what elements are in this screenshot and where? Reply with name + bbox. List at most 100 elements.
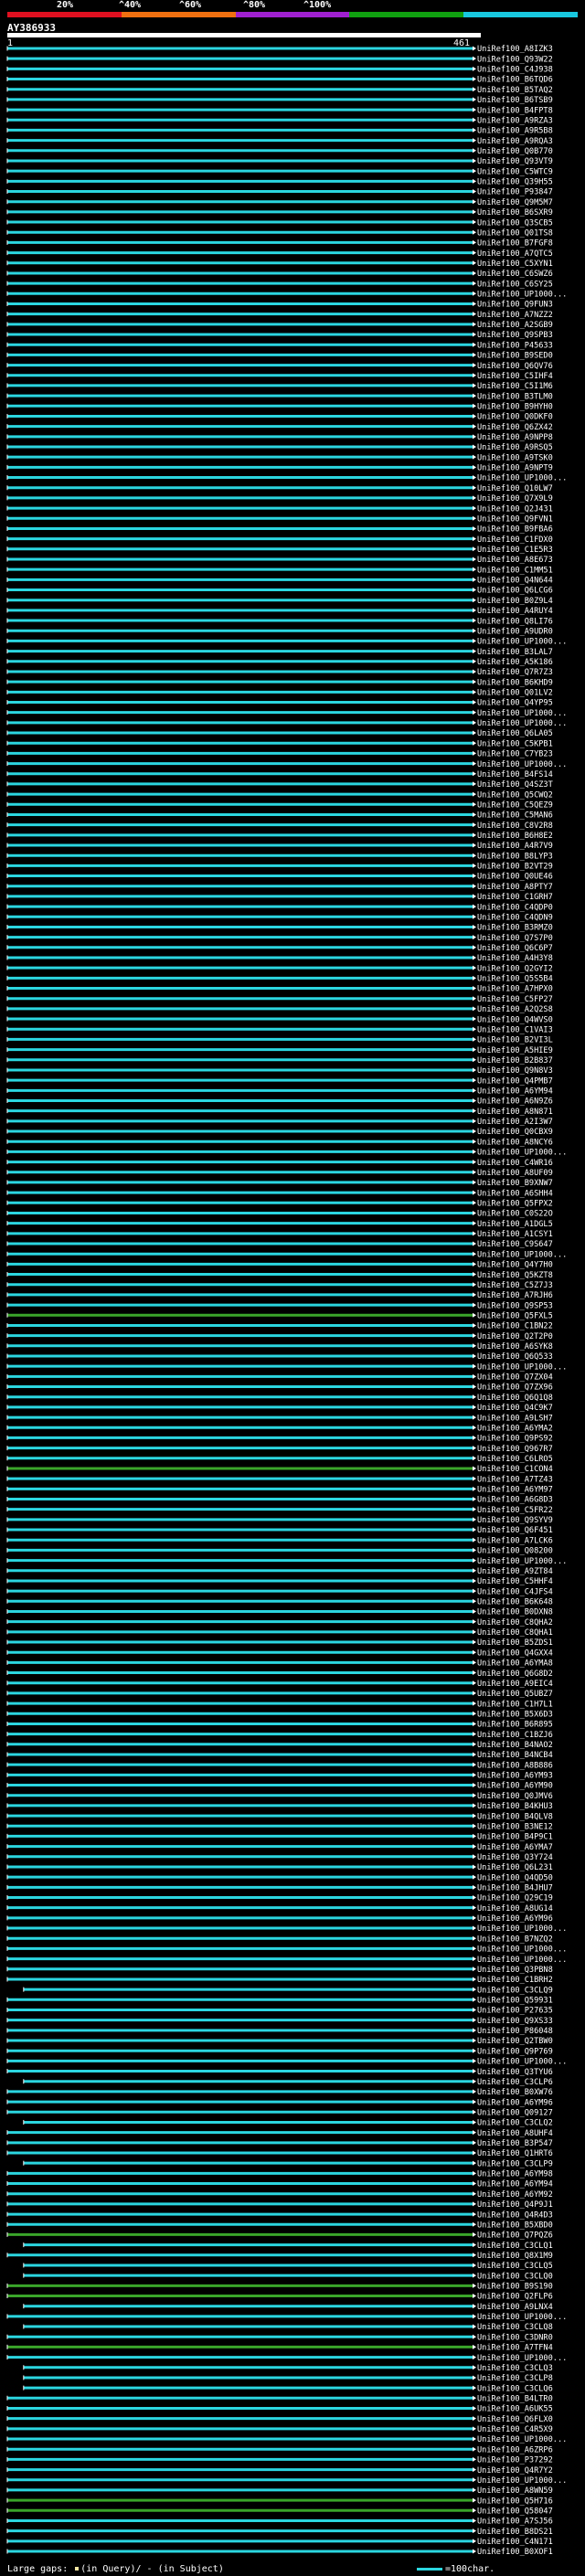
hit-row[interactable]: UniRef100_A9LNX4 bbox=[23, 2303, 553, 2312]
hit-label[interactable]: UniRef100_Q7R7Z3 bbox=[477, 668, 553, 677]
hit-label[interactable]: UniRef100_UP1000... bbox=[477, 1924, 567, 1934]
hit-label[interactable]: UniRef100_C5FP27 bbox=[477, 995, 553, 1004]
hit-row[interactable]: UniRef100_Q58047 bbox=[6, 2507, 553, 2516]
hit-row[interactable]: UniRef100_A9R5B8 bbox=[6, 127, 553, 136]
hit-row[interactable]: UniRef100_UP1000... bbox=[6, 638, 567, 647]
hit-row[interactable]: UniRef100_Q9M5M7 bbox=[6, 198, 553, 207]
hit-row[interactable]: UniRef100_UP1000... bbox=[6, 719, 567, 728]
hit-row[interactable]: UniRef100_Q4WVS0 bbox=[6, 1015, 553, 1024]
hit-label[interactable]: UniRef100_C5XYN1 bbox=[477, 260, 553, 269]
hit-row[interactable]: UniRef100_Q59931 bbox=[6, 1997, 553, 2006]
hit-row[interactable]: UniRef100_A9NPP8 bbox=[6, 433, 553, 442]
hit-row[interactable]: UniRef100_UP1000... bbox=[6, 1557, 567, 1566]
hit-label[interactable]: UniRef100_A6YMA7 bbox=[477, 1843, 553, 1852]
hit-row[interactable]: UniRef100_C1MM51 bbox=[6, 566, 553, 575]
hit-row[interactable]: UniRef100_A6YMA7 bbox=[6, 1843, 553, 1852]
hit-label[interactable]: UniRef100_A6YMA8 bbox=[477, 1659, 553, 1669]
hit-label[interactable]: UniRef100_B4P9C1 bbox=[477, 1833, 553, 1842]
hit-label[interactable]: UniRef100_Q2J431 bbox=[477, 504, 553, 514]
hit-label[interactable]: UniRef100_B4FS14 bbox=[477, 770, 553, 779]
hit-label[interactable]: UniRef100_B6TQD6 bbox=[477, 76, 553, 85]
hit-label[interactable]: UniRef100_A6YM96 bbox=[477, 2098, 553, 2107]
hit-row[interactable]: UniRef100_UP1000... bbox=[6, 1250, 567, 1259]
hit-label[interactable]: UniRef100_UP1000... bbox=[477, 638, 567, 647]
hit-row[interactable]: UniRef100_C5Z7J3 bbox=[6, 1281, 553, 1290]
hit-row[interactable]: UniRef100_Q8LI76 bbox=[6, 617, 553, 626]
hit-row[interactable]: UniRef100_C1VAI3 bbox=[6, 1025, 553, 1034]
hit-row[interactable]: UniRef100_B7NZQ2 bbox=[6, 1935, 553, 1944]
hit-row[interactable]: UniRef100_C8QHA1 bbox=[6, 1628, 553, 1638]
hit-row[interactable]: UniRef100_Q5S5B4 bbox=[6, 975, 553, 984]
hit-row[interactable]: UniRef100_A8IZK3 bbox=[6, 45, 553, 54]
hit-row[interactable]: UniRef100_A8WN59 bbox=[6, 2486, 553, 2496]
hit-row[interactable]: UniRef100_Q6QV76 bbox=[6, 362, 553, 371]
hit-row[interactable]: UniRef100_A4RUY4 bbox=[6, 607, 553, 616]
hit-label[interactable]: UniRef100_Q9SYV9 bbox=[477, 1516, 553, 1525]
hit-row[interactable]: UniRef100_B5ZDS1 bbox=[6, 1638, 553, 1648]
hit-row[interactable]: UniRef100_A1DGL5 bbox=[6, 1220, 553, 1229]
hit-row[interactable]: UniRef100_Q93VT9 bbox=[6, 157, 553, 166]
hit-label[interactable]: UniRef100_Q6LA05 bbox=[477, 729, 553, 738]
hit-row[interactable]: UniRef100_B4QLV8 bbox=[6, 1812, 553, 1821]
hit-label[interactable]: UniRef100_UP1000... bbox=[477, 2476, 567, 2486]
hit-label[interactable]: UniRef100_C6LRO5 bbox=[477, 1455, 553, 1464]
hit-label[interactable]: UniRef100_Q6L231 bbox=[477, 1863, 553, 1872]
hit-label[interactable]: UniRef100_B0Z9L4 bbox=[477, 597, 553, 606]
hit-row[interactable]: UniRef100_A9RQA3 bbox=[6, 137, 553, 146]
hit-label[interactable]: UniRef100_Q6ZX42 bbox=[477, 423, 553, 432]
hit-label[interactable]: UniRef100_Q10LW7 bbox=[477, 484, 553, 493]
hit-label[interactable]: UniRef100_UP1000... bbox=[477, 1250, 567, 1259]
hit-label[interactable]: UniRef100_Q6G8D2 bbox=[477, 1670, 553, 1679]
hit-row[interactable]: UniRef100_A6N9Z6 bbox=[6, 1097, 553, 1107]
hit-row[interactable]: UniRef100_B4P9C1 bbox=[6, 1833, 553, 1842]
hit-row[interactable]: UniRef100_C3CLQ5 bbox=[23, 2262, 553, 2271]
hit-label[interactable]: UniRef100_UP1000... bbox=[477, 719, 567, 728]
hit-label[interactable]: UniRef100_Q6Q533 bbox=[477, 1352, 553, 1362]
hit-label[interactable]: UniRef100_A9RQA3 bbox=[477, 137, 553, 146]
hit-row[interactable]: UniRef100_A8B886 bbox=[6, 1761, 553, 1770]
hit-row[interactable]: UniRef100_Q4GXX4 bbox=[6, 1648, 553, 1658]
hit-row[interactable]: UniRef100_A9RZA3 bbox=[6, 116, 553, 125]
hit-label[interactable]: UniRef100_C5KPB1 bbox=[477, 739, 553, 748]
hit-label[interactable]: UniRef100_C3CLP6 bbox=[477, 2078, 553, 2087]
hit-label[interactable]: UniRef100_A7HPX0 bbox=[477, 985, 553, 994]
hit-label[interactable]: UniRef100_A4H3Y8 bbox=[477, 954, 553, 963]
hit-row[interactable]: UniRef100_UP1000... bbox=[6, 474, 567, 483]
hit-label[interactable]: UniRef100_C1MM51 bbox=[477, 566, 553, 575]
hit-row[interactable]: UniRef100_A2Q2S8 bbox=[6, 1005, 553, 1014]
hit-label[interactable]: UniRef100_C3CLQ0 bbox=[477, 2272, 553, 2281]
hit-label[interactable]: UniRef100_Q9PS92 bbox=[477, 1435, 553, 1444]
hit-label[interactable]: UniRef100_Q6C6P7 bbox=[477, 944, 553, 953]
hit-row[interactable]: UniRef100_B6KHD9 bbox=[6, 678, 553, 687]
hit-label[interactable]: UniRef100_C3CLQ9 bbox=[477, 1986, 553, 1995]
hit-row[interactable]: UniRef100_Q9FVN1 bbox=[6, 514, 553, 524]
hit-row[interactable]: UniRef100_UP1000... bbox=[6, 709, 567, 718]
hit-row[interactable]: UniRef100_Q7S7P0 bbox=[6, 934, 553, 943]
hit-row[interactable]: UniRef100_Q6LA05 bbox=[6, 729, 553, 738]
hit-row[interactable]: UniRef100_C4WR16 bbox=[6, 1159, 553, 1168]
hit-label[interactable]: UniRef100_B6R895 bbox=[477, 1721, 553, 1730]
hit-label[interactable]: UniRef100_B4LTR0 bbox=[477, 2395, 553, 2404]
hit-row[interactable]: UniRef100_Q6L231 bbox=[6, 1863, 553, 1872]
hit-row[interactable]: UniRef100_C3CLQ2 bbox=[23, 2119, 553, 2128]
hit-label[interactable]: UniRef100_B9HYH0 bbox=[477, 402, 553, 411]
hit-label[interactable]: UniRef100_A9EIC4 bbox=[477, 1680, 553, 1689]
hit-row[interactable]: UniRef100_A6SHH4 bbox=[6, 1189, 553, 1198]
hit-label[interactable]: UniRef100_B5ZDS1 bbox=[477, 1638, 553, 1648]
hit-label[interactable]: UniRef100_C3CLQ3 bbox=[477, 2364, 553, 2373]
hit-label[interactable]: UniRef100_Q3TYU6 bbox=[477, 2068, 553, 2077]
hit-row[interactable]: UniRef100_A6YM94 bbox=[6, 1087, 553, 1097]
hit-row[interactable]: UniRef100_C3DNR0 bbox=[6, 2333, 553, 2342]
hit-label[interactable]: UniRef100_Q0JMV6 bbox=[477, 1792, 553, 1801]
hit-label[interactable]: UniRef100_A6YM97 bbox=[477, 1486, 553, 1495]
hit-label[interactable]: UniRef100_A6YM96 bbox=[477, 1914, 553, 1924]
hit-label[interactable]: UniRef100_A8UF09 bbox=[477, 1169, 553, 1178]
hit-row[interactable]: UniRef100_UP1000... bbox=[6, 1956, 567, 1965]
hit-label[interactable]: UniRef100_A6YM93 bbox=[477, 1772, 553, 1781]
hit-label[interactable]: UniRef100_B4FPT8 bbox=[477, 106, 553, 115]
hit-label[interactable]: UniRef100_B3TLM0 bbox=[477, 392, 553, 401]
hit-label[interactable]: UniRef100_B4NCB4 bbox=[477, 1751, 553, 1760]
hit-label[interactable]: UniRef100_B4QLV8 bbox=[477, 1812, 553, 1821]
hit-row[interactable]: UniRef100_B0DXN8 bbox=[6, 1608, 553, 1617]
hit-label[interactable]: UniRef100_C6SWZ6 bbox=[477, 270, 553, 279]
